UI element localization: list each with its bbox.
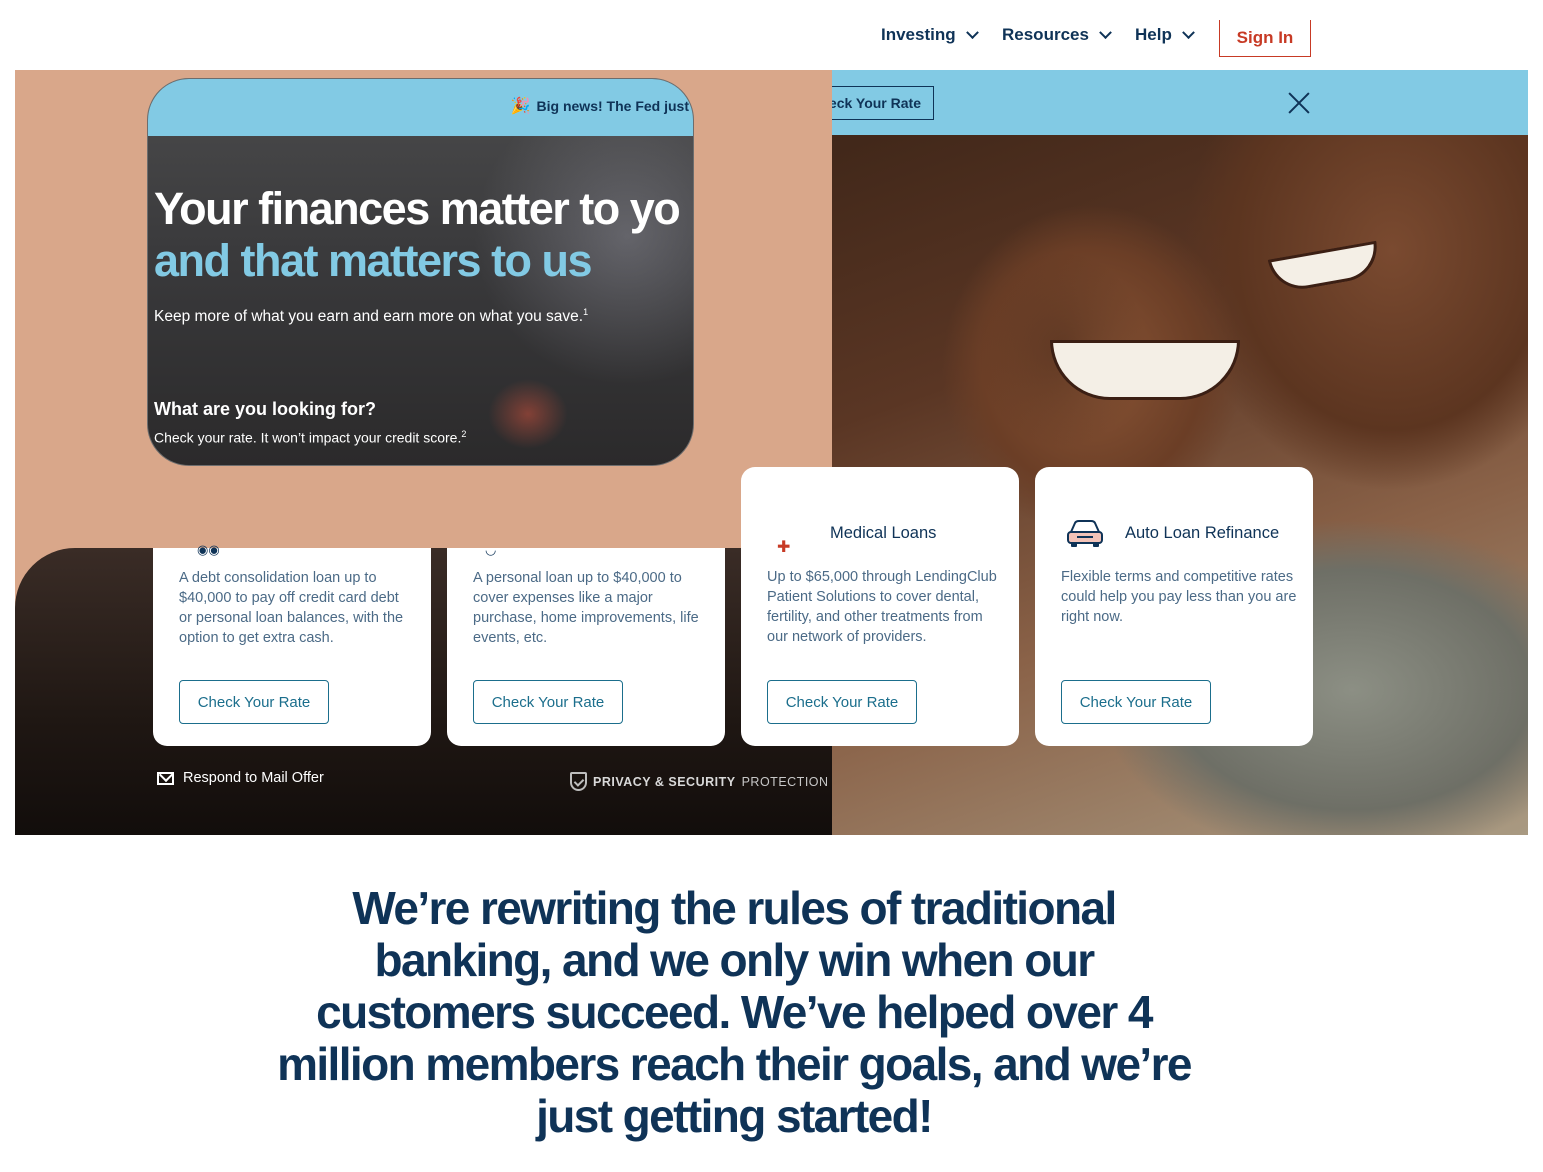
close-icon[interactable] bbox=[1288, 92, 1310, 114]
hero-photo-detail bbox=[1050, 340, 1240, 400]
chevron-down-icon bbox=[965, 25, 979, 39]
shield-check-icon bbox=[570, 772, 587, 791]
check-rate-button[interactable]: Check Your Rate bbox=[179, 680, 329, 724]
hero-title-line2: and that matters to us bbox=[154, 235, 593, 286]
hero-subtitle-text: Keep more of what you earn and earn more… bbox=[154, 308, 584, 326]
check-rate-button[interactable]: Check Your Rate bbox=[1061, 680, 1211, 724]
privacy-bold-label: PRIVACY & SECURITY bbox=[593, 774, 736, 789]
card-title: Medical Loans bbox=[830, 524, 937, 542]
sign-in-button[interactable]: Sign In bbox=[1219, 20, 1311, 57]
hero-title: Your finances matter to yo and that matt… bbox=[154, 183, 681, 287]
envelope-icon bbox=[157, 771, 174, 785]
nav-help[interactable]: Help bbox=[1135, 25, 1195, 45]
looking-for-subtext: Check your rate. It won’t impact your cr… bbox=[154, 429, 466, 446]
hero-card: 🎉 Big news! The Fed just Your finances m… bbox=[147, 78, 694, 466]
chevron-down-icon bbox=[1181, 25, 1195, 39]
footnote-marker[interactable]: 2 bbox=[461, 429, 466, 439]
hero-subtitle: Keep more of what you earn and earn more… bbox=[154, 307, 588, 326]
banner-check-rate-button[interactable]: eck Your Rate bbox=[832, 86, 934, 120]
announcement-banner: eck Your Rate bbox=[832, 70, 1528, 135]
respond-mail-offer-link[interactable]: Respond to Mail Offer bbox=[157, 770, 324, 786]
fed-news-text: Big news! The Fed just bbox=[536, 98, 689, 114]
nav-investing[interactable]: Investing bbox=[881, 25, 979, 45]
glasses-icon: ◉◉ bbox=[197, 542, 220, 557]
card-title: Auto Loan Refinance bbox=[1125, 524, 1280, 542]
check-rate-button[interactable]: Check Your Rate bbox=[473, 680, 623, 724]
fed-news-link[interactable]: 🎉 Big news! The Fed just bbox=[511, 96, 689, 116]
hero-card-banner: 🎉 Big news! The Fed just bbox=[148, 79, 693, 136]
hero-card-backdrop bbox=[488, 379, 568, 449]
mission-statement: We’re rewriting the rules of traditional… bbox=[277, 882, 1192, 1142]
car-icon bbox=[1067, 520, 1103, 547]
footnote-marker[interactable]: 1 bbox=[583, 307, 588, 317]
privacy-security-link[interactable]: PRIVACY & SECURITY PROTECTION bbox=[570, 772, 829, 791]
card-description: Up to $65,000 through LendingClub Patien… bbox=[767, 569, 997, 645]
card-description: Flexible terms and competitive rates cou… bbox=[1061, 569, 1297, 625]
respond-mail-offer-label: Respond to Mail Offer bbox=[183, 770, 324, 786]
looking-for-heading: What are you looking for? bbox=[154, 399, 377, 419]
card-description: A personal loan up to $40,000 to cover e… bbox=[473, 570, 699, 646]
top-navigation: Investing Resources Help Sign In bbox=[832, 0, 1532, 70]
nav-resources[interactable]: Resources bbox=[1002, 25, 1112, 45]
shield-icon: ◡ bbox=[485, 542, 497, 557]
product-card-auto-refinance: Auto Loan Refinance Flexible terms and c… bbox=[1035, 467, 1313, 746]
chevron-down-icon bbox=[1099, 25, 1112, 39]
looking-for-subtext-text: Check your rate. It won’t impact your cr… bbox=[154, 429, 462, 446]
card-description: A debt consolidation loan up to $40,000 … bbox=[179, 570, 404, 646]
nav-help-label: Help bbox=[1135, 25, 1172, 44]
product-card-debt-consolidation: ◉◉ A debt consolidation loan up to $40,0… bbox=[153, 542, 431, 746]
privacy-label: PROTECTION bbox=[741, 774, 829, 789]
nav-investing-label: Investing bbox=[881, 25, 956, 44]
hero-title-line1: Your finances matter to yo bbox=[154, 183, 681, 234]
check-rate-button[interactable]: Check Your Rate bbox=[767, 680, 917, 724]
party-popper-icon: 🎉 bbox=[510, 98, 531, 115]
product-card-medical-loans: ✚ Medical Loans Up to $65,000 through Le… bbox=[741, 467, 1019, 746]
nav-resources-label: Resources bbox=[1002, 25, 1089, 44]
product-card-personal-loan: ◡ A personal loan up to $40,000 to cover… bbox=[447, 542, 725, 746]
medical-cross-icon: ✚ bbox=[777, 539, 791, 556]
